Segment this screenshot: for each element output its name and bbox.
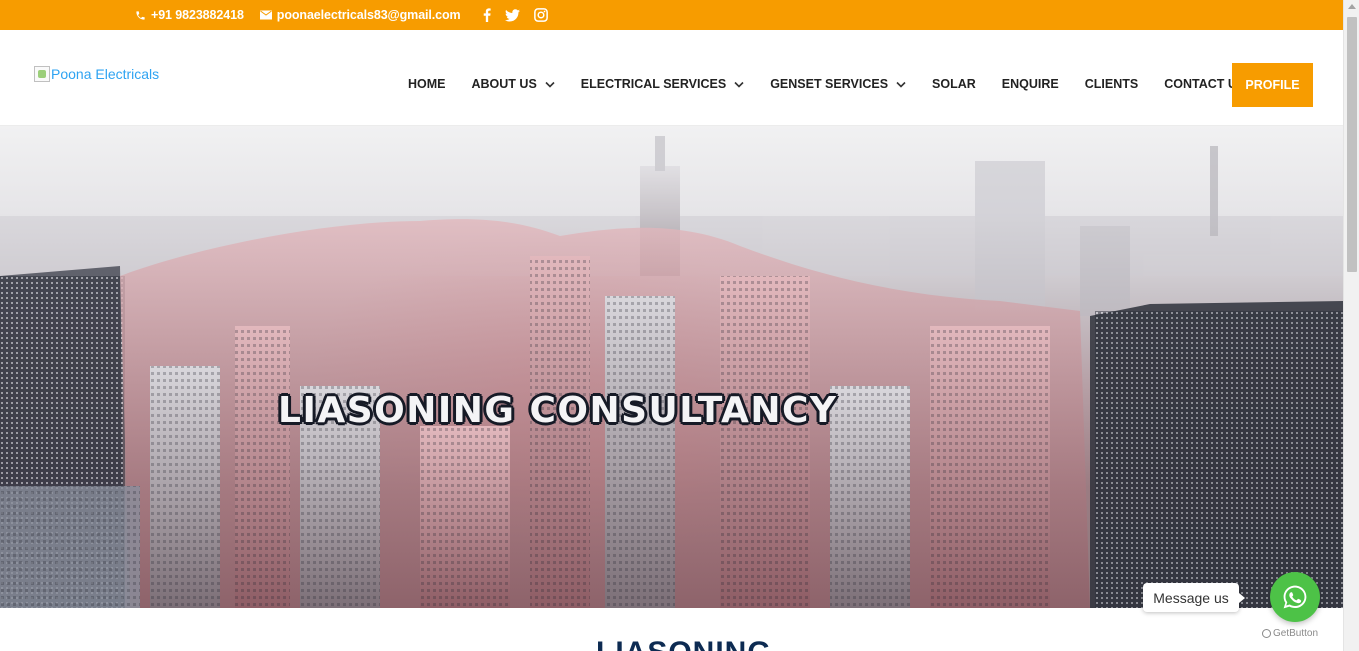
- nav-label: ENQUIRE: [1001, 77, 1059, 91]
- hero-banner: LIASONING CONSULTANCY: [0, 126, 1343, 608]
- phone-number: +91 9823882418: [151, 8, 244, 22]
- scrollbar[interactable]: [1343, 0, 1359, 651]
- getbutton-credit[interactable]: GetButton: [1262, 628, 1318, 639]
- twitter-icon[interactable]: [504, 8, 520, 22]
- getbutton-logo-icon: [1262, 629, 1271, 638]
- section-heading: LIASONING: [596, 636, 772, 651]
- nav-label: ABOUT US: [471, 77, 537, 91]
- envelope-icon: [259, 10, 272, 20]
- nav-home[interactable]: HOME: [408, 77, 446, 91]
- message-us-bubble[interactable]: Message us: [1143, 583, 1245, 612]
- chevron-down-icon: [734, 81, 744, 88]
- getbutton-label: GetButton: [1273, 628, 1319, 639]
- nav-solar[interactable]: SOLAR: [932, 77, 976, 91]
- profile-button[interactable]: PROFILE: [1232, 63, 1313, 107]
- page: +91 9823882418 poonaelectricals83@gmail.…: [0, 0, 1359, 651]
- phone-contact[interactable]: +91 9823882418: [135, 8, 244, 22]
- main-nav: HOME ABOUT US ELECTRICAL SERVICES GENSET…: [408, 64, 1271, 104]
- hero-background-image: [0, 136, 1343, 608]
- email-address: poonaelectricals83@gmail.com: [276, 8, 461, 22]
- nav-about-us[interactable]: ABOUT US: [472, 77, 555, 91]
- nav-label: HOME: [408, 77, 446, 91]
- nav-label: ELECTRICAL SERVICES: [580, 77, 727, 91]
- logo-alt-text: Poona Electricals: [51, 66, 160, 82]
- whatsapp-button[interactable]: [1270, 572, 1320, 622]
- scrollbar-thumb[interactable]: [1347, 17, 1357, 272]
- nav-electrical-services[interactable]: ELECTRICAL SERVICES: [581, 77, 744, 91]
- site-logo[interactable]: Poona Electricals: [34, 66, 159, 82]
- site-header: Poona Electricals HOME ABOUT US ELECTRIC…: [0, 30, 1343, 126]
- chevron-down-icon: [545, 81, 555, 88]
- broken-image-icon: [34, 66, 50, 82]
- social-links: [483, 8, 548, 22]
- whatsapp-icon: [1283, 585, 1307, 609]
- nav-label: CLIENTS: [1084, 77, 1139, 91]
- hero-title: LIASONING CONSULTANCY: [278, 390, 838, 431]
- nav-enquire[interactable]: ENQUIRE: [1002, 77, 1059, 91]
- phone-icon: [136, 10, 145, 20]
- instagram-icon[interactable]: [533, 8, 548, 22]
- nav-label: GENSET SERVICES: [770, 77, 889, 91]
- email-contact[interactable]: poonaelectricals83@gmail.com: [259, 8, 461, 22]
- scroll-up-arrow-icon[interactable]: [1348, 4, 1356, 9]
- chevron-down-icon: [896, 81, 906, 88]
- nav-label: SOLAR: [932, 77, 976, 91]
- facebook-icon[interactable]: [483, 8, 491, 22]
- nav-clients[interactable]: CLIENTS: [1085, 77, 1138, 91]
- top-bar: +91 9823882418 poonaelectricals83@gmail.…: [0, 0, 1343, 30]
- nav-genset-services[interactable]: GENSET SERVICES: [770, 77, 906, 91]
